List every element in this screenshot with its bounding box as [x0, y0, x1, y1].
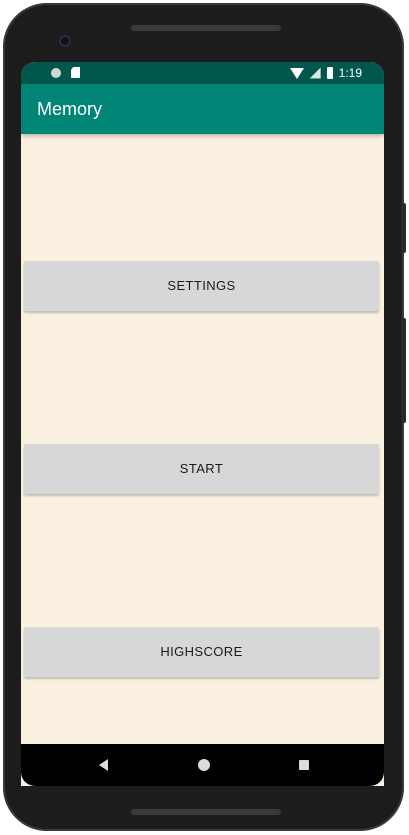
back-icon[interactable] — [99, 759, 108, 771]
volume-button — [401, 318, 406, 423]
earpiece-speaker — [131, 25, 281, 31]
sd-card-icon — [71, 67, 80, 78]
app-bar: Memory — [21, 84, 384, 134]
battery-icon — [326, 67, 333, 79]
recents-icon[interactable] — [299, 760, 309, 770]
app-screen: 1:19 Memory SETTINGS START HIGHSCORE — [21, 62, 384, 786]
front-camera — [59, 35, 71, 47]
power-button — [401, 203, 406, 253]
status-left-icons — [51, 67, 80, 78]
settings-button[interactable]: SETTINGS — [24, 261, 379, 311]
start-button[interactable]: START — [24, 444, 379, 494]
bottom-speaker — [131, 809, 281, 815]
status-time: 1:19 — [338, 66, 362, 80]
wifi-icon — [289, 67, 304, 79]
highscore-button[interactable]: HIGHSCORE — [24, 627, 379, 677]
status-right-icons: 1:19 — [289, 65, 362, 81]
signal-icon — [309, 67, 321, 79]
app-title: Memory — [37, 99, 103, 119]
navigation-bar — [21, 744, 384, 786]
home-icon[interactable] — [198, 759, 210, 771]
status-bar: 1:19 — [21, 62, 384, 84]
circle-notification-icon — [51, 67, 61, 78]
